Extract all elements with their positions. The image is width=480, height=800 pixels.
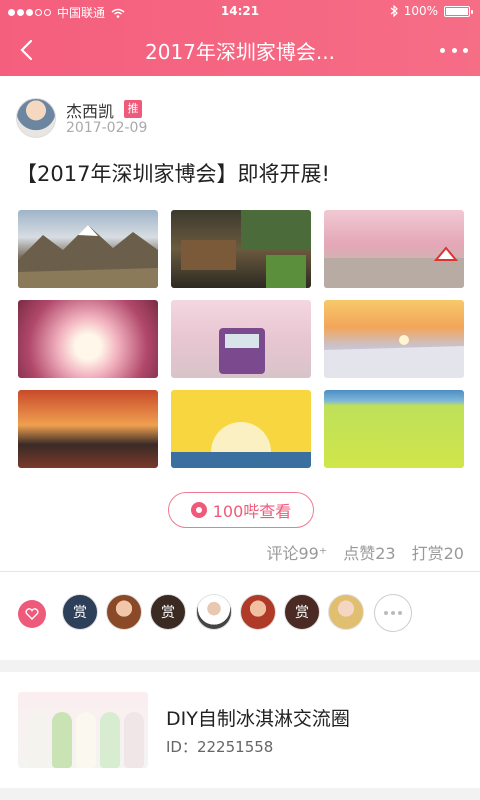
donor-avatar[interactable]: 赏 [150,594,186,630]
image-cherry-street[interactable] [324,210,464,288]
donor-avatar[interactable]: 赏 [284,594,320,630]
chevron-left-icon [20,39,33,61]
app-header: 中国联通 14:21 100% 2017年深圳家博会... [0,0,480,76]
donor-label: 赏 [295,605,309,621]
view-button-label: 100哔查看 [212,502,292,521]
snow-shape [324,335,464,378]
donor-row: 赏 赏 赏 [0,590,480,640]
more-dot-icon [384,611,388,615]
popsicle-shape [124,712,144,768]
section-separator [0,660,480,672]
status-right: 100% [390,4,473,18]
image-wooden-houses[interactable] [171,210,311,288]
donor-avatar[interactable]: 赏 [62,594,98,630]
image-snowy-sunset[interactable] [324,300,464,378]
post-date: 2017-02-09 [66,120,148,136]
donor-label: 赏 [73,605,87,621]
donor-avatar[interactable] [106,594,142,630]
group-id: ID：22251558 [166,738,274,756]
favorite-button[interactable] [18,600,46,628]
status-bar: 中国联通 14:21 100% [0,0,480,24]
more-dot-icon [463,47,468,53]
more-dot-icon [451,47,457,53]
image-lake-sunset[interactable] [18,390,158,468]
group-card[interactable]: DIY自制冰淇淋交流圈 ID：22251558 [0,672,480,788]
nav-bar: 2017年深圳家博会... [0,24,480,76]
group-name: DIY自制冰淇淋交流圈 [166,708,350,730]
donor-avatar[interactable] [240,594,276,630]
divider [0,571,480,572]
back-button[interactable] [12,36,40,64]
post-title: 【2017年深圳家博会】即将开展! [16,162,330,186]
reward-count[interactable]: 打赏20 [412,540,464,564]
like-count[interactable]: 点赞23 [343,540,395,564]
street-shape [324,246,464,288]
author-info: 杰西凯 推 2017-02-09 [16,98,464,142]
houses-shape [181,210,311,288]
more-dot-icon [391,611,395,615]
image-mountains[interactable] [18,210,158,288]
bottom-separator [0,788,480,800]
page-title: 2017年深圳家博会... [145,40,335,64]
more-donors-button[interactable] [374,594,412,632]
donor-avatar[interactable] [328,594,364,630]
more-dot-icon [398,611,402,615]
battery-icon [444,5,473,17]
paid-view-button[interactable]: 100哔查看 [168,492,314,528]
image-pink-blossoms[interactable] [18,300,158,378]
popsicle-shape [100,712,120,768]
more-button[interactable] [440,38,468,62]
coin-icon [190,502,207,518]
popsicle-shape [28,712,48,768]
comment-count[interactable]: 评论99⁺ [266,540,327,564]
image-green-grassland[interactable] [324,390,464,468]
mountain-shape [18,225,158,288]
popsicle-shape [52,712,72,768]
recommend-badge: 推 [124,100,142,118]
donor-avatar[interactable] [196,594,232,630]
heart-icon [25,608,39,620]
bluetooth-icon [390,5,398,17]
group-image [18,692,148,768]
image-purple-train[interactable] [171,300,311,378]
author-name[interactable]: 杰西凯 [66,98,114,122]
post-stats: 评论99⁺ 点赞23 打赏20 [266,540,464,564]
battery-percent: 100% [403,4,438,18]
train-shape [219,328,265,374]
donor-label: 赏 [161,605,175,621]
popsicle-shape [76,712,96,768]
sun-shape [171,422,311,468]
more-dot-icon [440,47,445,53]
author-avatar[interactable] [16,98,56,138]
image-yellow-sun[interactable] [171,390,311,468]
